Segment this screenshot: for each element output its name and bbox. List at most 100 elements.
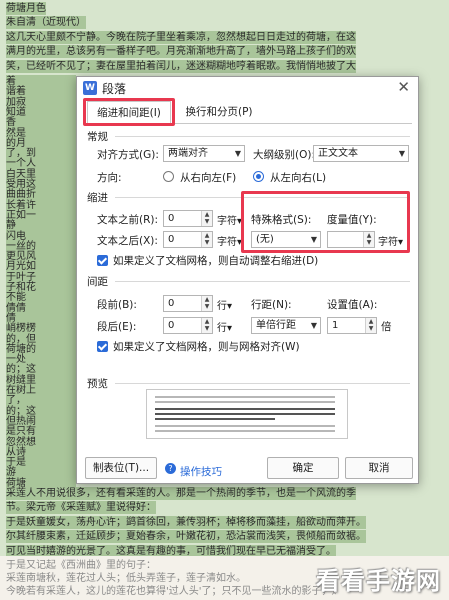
section-divider	[115, 197, 410, 198]
unit-label: 字符	[217, 216, 237, 227]
section-preview: 预览	[87, 378, 108, 390]
preview-line	[155, 413, 335, 415]
preview-line	[155, 408, 335, 410]
measure-unit-dropdown[interactable]: 字符▾	[378, 233, 403, 248]
preview-line	[155, 396, 335, 398]
section-divider	[115, 281, 410, 282]
indent-grid-label: 如果定义了文档网格，则自动调整右缩进(D)	[113, 255, 319, 267]
alignment-dropdown[interactable]: 两端对齐 ▼	[163, 145, 245, 162]
close-icon[interactable]: ✕	[397, 78, 410, 96]
unit-label: 字符	[378, 237, 398, 248]
spacing-grid-label: 如果定义了文档网格，则与网格对齐(W)	[113, 341, 300, 353]
ltr-radio[interactable]	[253, 171, 264, 182]
tips-link[interactable]: 操作技巧	[180, 464, 222, 479]
space-before-unit-dropdown[interactable]: 行▾	[217, 297, 232, 312]
space-after-unit-dropdown[interactable]: 行▾	[217, 319, 232, 334]
indent-after-input[interactable]: 0 ▲ ▼	[163, 231, 213, 248]
space-after-label: 段后(E):	[97, 321, 137, 333]
direction-label: 方向:	[97, 172, 122, 184]
special-format-dropdown[interactable]: (无) ▼	[251, 231, 321, 248]
space-after-value: 0	[168, 320, 175, 331]
doc-author: 朱自清（近现代）	[6, 16, 86, 29]
doc-line: 于是妖童媛女，荡舟心许；鹢首徐回，兼传羽杯；棹将移而藻挂，船欲动而萍开。	[6, 516, 366, 529]
unit-label: 字符	[217, 237, 237, 248]
spinner-arrows-icon[interactable]: ▲ ▼	[363, 232, 374, 247]
watermark-logo: 看看手游网	[316, 567, 441, 595]
space-before-label: 段前(B):	[97, 299, 137, 311]
preview-line	[155, 401, 335, 403]
ok-button[interactable]: 确定	[267, 457, 339, 479]
cancel-button[interactable]: 取消	[345, 457, 413, 479]
rtl-label: 从右向左(F)	[180, 172, 237, 184]
line-spacing-value: 单倍行距	[256, 320, 296, 331]
doc-title: 荷塘月色	[6, 2, 46, 15]
doc-line: 于是又记起《西洲曲》里的句子：	[6, 560, 156, 571]
chevron-down-icon: ▼	[234, 149, 241, 158]
indent-before-label: 文本之前(R):	[97, 214, 159, 226]
spinner-arrows-icon[interactable]: ▲ ▼	[201, 232, 212, 247]
alignment-value: 两端对齐	[168, 148, 208, 159]
doc-line: 这几天心里颇不宁静。今晚在院子里坐着乘凉，忽然想起日日走过的荷塘，在这	[6, 31, 356, 44]
dialog-titlebar[interactable]: W 段落 ✕	[77, 77, 418, 99]
doc-line: 采莲南塘秋，莲花过人头；低头弄莲子，莲子清如水。	[6, 573, 246, 584]
indent-before-value: 0	[168, 213, 175, 224]
spinner-arrows-icon[interactable]: ▲ ▼	[365, 318, 376, 333]
chevron-down-icon: ▼	[398, 149, 405, 158]
spinner-arrows-icon[interactable]: ▲ ▼	[201, 318, 212, 333]
indent-after-unit-dropdown[interactable]: 字符▾	[217, 233, 242, 248]
set-value-input[interactable]: 1 ▲ ▼	[327, 317, 377, 334]
doc-line: 尔其纤腰束素，迁延顾步；夏始春余，叶嫩花初，恐沾裳而浅笑，畏倾船而敛裾。	[6, 530, 366, 543]
section-divider	[115, 383, 410, 384]
set-value-unit: 倍	[381, 321, 392, 333]
measure-label: 度量值(Y):	[327, 214, 377, 226]
help-icon: ?	[165, 463, 176, 474]
set-value-label: 设置值(A):	[327, 299, 378, 311]
outline-level-dropdown[interactable]: 正文文本 ▼	[313, 145, 409, 162]
spinner-arrows-icon[interactable]: ▲ ▼	[201, 296, 212, 311]
outline-level-label: 大纲级别(O):	[253, 149, 315, 161]
section-indent: 缩进	[87, 192, 108, 204]
line-spacing-dropdown[interactable]: 单倍行距 ▼	[251, 317, 321, 334]
spinner-arrows-icon[interactable]: ▲ ▼	[201, 211, 212, 226]
space-after-input[interactable]: 0 ▲ ▼	[163, 317, 213, 334]
preview-line	[155, 430, 335, 432]
unit-label: 行	[217, 301, 227, 312]
space-before-value: 0	[168, 298, 175, 309]
indent-grid-checkbox[interactable]	[97, 255, 108, 266]
indent-after-value: 0	[168, 234, 175, 245]
tab-indent-spacing[interactable]: 缩进和间距(I)	[87, 101, 171, 123]
rtl-radio[interactable]	[163, 171, 174, 182]
tab-divider	[83, 123, 412, 124]
section-general: 常规	[87, 131, 108, 143]
paragraph-preview	[146, 389, 348, 439]
preview-line	[155, 425, 335, 427]
wps-app-icon: W	[83, 81, 97, 95]
spacing-grid-checkbox[interactable]	[97, 341, 108, 352]
set-value-value: 1	[332, 320, 339, 331]
tab-stops-button[interactable]: 制表位(T)...	[85, 457, 157, 479]
section-spacing: 间距	[87, 276, 108, 288]
chevron-down-icon: ▼	[310, 235, 317, 244]
indent-after-label: 文本之后(X):	[97, 235, 158, 247]
section-divider	[115, 136, 410, 137]
chevron-down-icon: ▼	[310, 321, 317, 330]
doc-line: 满月的光里，总该另有一番样子吧。月亮渐渐地升高了，墙外马路上孩子们的欢	[6, 45, 356, 58]
special-format-value: (无)	[256, 234, 274, 245]
doc-line: 笑，已经听不见了；妻在屋里拍着闰儿，迷迷糊糊地哼着眠歌。我悄悄地披了大	[6, 60, 356, 73]
indent-before-input[interactable]: 0 ▲ ▼	[163, 210, 213, 227]
special-format-label: 特殊格式(S):	[251, 214, 312, 226]
doc-line: 节。梁元帝《采莲赋》里说得好：	[6, 501, 156, 514]
measure-input[interactable]: ▲ ▼	[327, 231, 375, 248]
indent-before-unit-dropdown[interactable]: 字符▾	[217, 212, 242, 227]
alignment-label: 对齐方式(G):	[97, 149, 159, 161]
outline-level-value: 正文文本	[318, 148, 358, 159]
unit-label: 行	[217, 323, 227, 334]
paragraph-dialog: W 段落 ✕ 缩进和间距(I) 换行和分页(P) 常规 对齐方式(G): 两端对…	[76, 76, 419, 484]
preview-line	[155, 418, 275, 420]
doc-line: 采莲人不用说很多，还有看采莲的人。那是一个热闹的季节，也是一个风流的季	[6, 487, 356, 500]
tab-line-page-breaks[interactable]: 换行和分页(P)	[175, 101, 263, 123]
ltr-label: 从左向右(L)	[270, 172, 327, 184]
dialog-title: 段落	[102, 82, 127, 96]
space-before-input[interactable]: 0 ▲ ▼	[163, 295, 213, 312]
doc-line: 今晚若有采莲人，这儿的莲花也算得'过人头'了；只不见一些流水的影子，是不行	[6, 586, 336, 597]
